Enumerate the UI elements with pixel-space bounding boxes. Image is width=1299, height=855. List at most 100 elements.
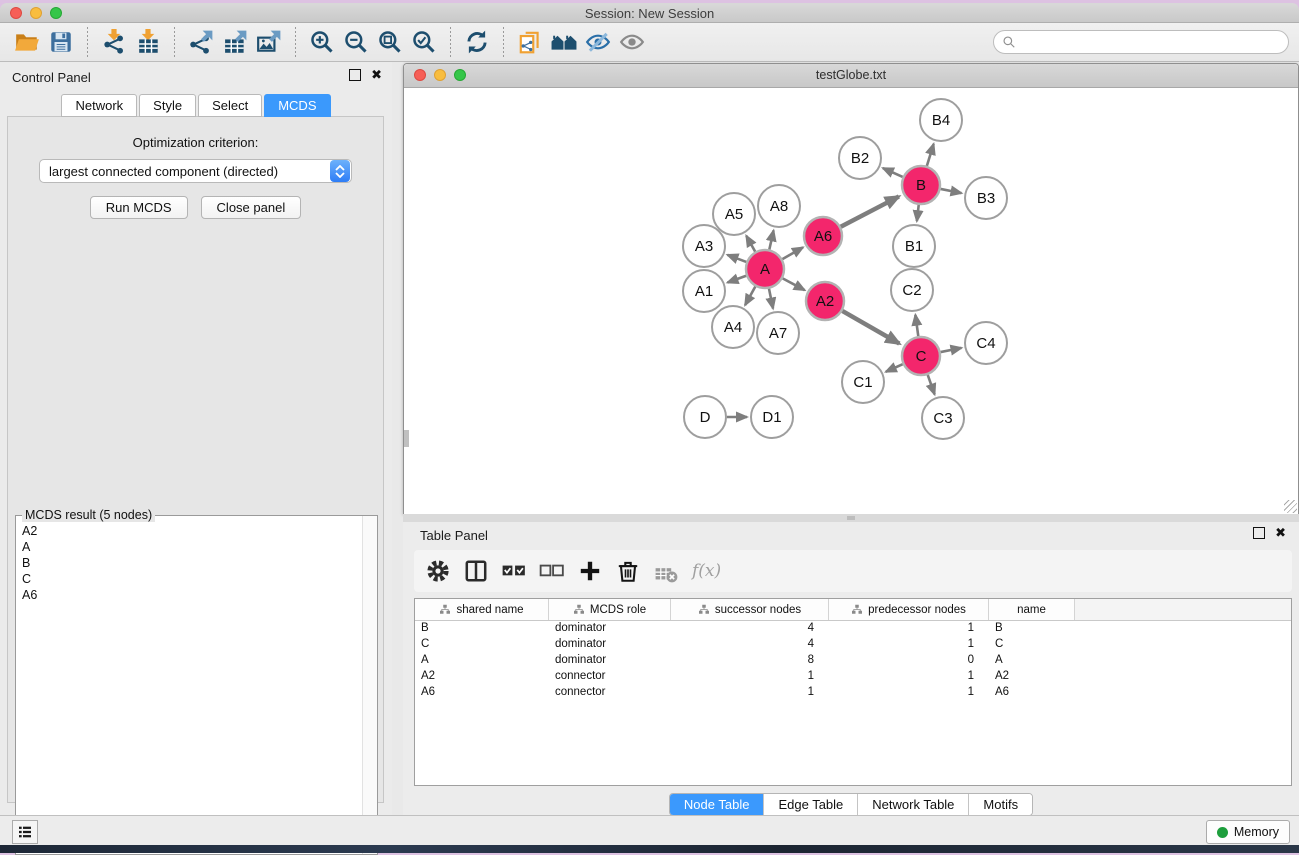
close-table-panel-icon[interactable]: ✖: [1275, 528, 1286, 538]
function-builder-button[interactable]: f(x): [692, 561, 721, 581]
search-box[interactable]: [993, 30, 1289, 54]
gear-button[interactable]: [426, 559, 450, 583]
network-snapshot-button[interactable]: [513, 25, 547, 59]
column-layout-button[interactable]: [464, 559, 488, 583]
edge-B-B3[interactable]: [941, 189, 962, 193]
column-header-MCDS-role[interactable]: MCDS role: [549, 599, 671, 620]
column-header-successor-nodes[interactable]: successor nodes: [671, 599, 829, 620]
edge-A-A5[interactable]: [746, 236, 755, 252]
zoom-selected-button[interactable]: [407, 25, 441, 59]
edge-A-A7[interactable]: [769, 289, 773, 309]
result-item[interactable]: A2: [22, 523, 357, 539]
table-cell[interactable]: B: [989, 621, 1075, 637]
result-scrollbar[interactable]: [362, 516, 377, 854]
table-cell[interactable]: 1: [829, 621, 989, 637]
network-window-titlebar[interactable]: testGlobe.txt: [404, 64, 1298, 88]
close-panel-icon[interactable]: ✖: [371, 70, 382, 80]
import-table-button[interactable]: [131, 25, 165, 59]
open-file-button[interactable]: [10, 25, 44, 59]
result-item[interactable]: C: [22, 571, 357, 587]
table-cell[interactable]: A6: [415, 685, 549, 701]
result-item[interactable]: B: [22, 555, 357, 571]
table-cell[interactable]: dominator: [549, 621, 671, 637]
edge-A-A6[interactable]: [782, 247, 803, 259]
table-row[interactable]: Cdominator41C: [415, 637, 1291, 653]
table-cell[interactable]: C: [989, 637, 1075, 653]
hide-selected-button[interactable]: [581, 25, 615, 59]
zoom-fit-button[interactable]: [373, 25, 407, 59]
edge-A-A1[interactable]: [728, 276, 747, 283]
table-cell[interactable]: A6: [989, 685, 1075, 701]
memory-button[interactable]: Memory: [1206, 820, 1290, 844]
table-cell[interactable]: connector: [549, 685, 671, 701]
table-row[interactable]: A6connector11A6: [415, 685, 1291, 701]
table-row[interactable]: Adominator80A: [415, 653, 1291, 669]
export-table-button[interactable]: [218, 25, 252, 59]
tab-network-table[interactable]: Network Table: [858, 794, 969, 815]
table-cell[interactable]: B: [415, 621, 549, 637]
show-all-button[interactable]: [615, 25, 649, 59]
result-item[interactable]: A6: [22, 587, 357, 603]
tab-network[interactable]: Network: [61, 94, 137, 117]
tab-edge-table[interactable]: Edge Table: [764, 794, 858, 815]
home-view-button[interactable]: [547, 25, 581, 59]
table-cell[interactable]: dominator: [549, 637, 671, 653]
export-network-button[interactable]: [184, 25, 218, 59]
edge-B-B1[interactable]: [917, 205, 919, 221]
delete-table-button[interactable]: [654, 559, 678, 583]
resize-grip-icon[interactable]: [1284, 500, 1297, 513]
column-header-predecessor-nodes[interactable]: predecessor nodes: [829, 599, 989, 620]
edge-A-A2[interactable]: [783, 278, 805, 290]
table-cell[interactable]: 1: [829, 685, 989, 701]
edge-A-A8[interactable]: [769, 230, 773, 249]
tab-style[interactable]: Style: [139, 94, 196, 117]
edge-C-C4[interactable]: [941, 348, 962, 352]
canvas-scroll-nub[interactable]: [404, 430, 409, 447]
save-session-button[interactable]: [44, 25, 78, 59]
table-row[interactable]: Bdominator41B: [415, 621, 1291, 637]
table-cell[interactable]: A: [415, 653, 549, 669]
column-header-name[interactable]: name: [989, 599, 1075, 620]
edge-A-A3[interactable]: [727, 255, 746, 262]
add-column-button[interactable]: [578, 559, 602, 583]
select-all-rows-button[interactable]: [502, 559, 526, 583]
table-cell[interactable]: connector: [549, 669, 671, 685]
deselect-all-rows-button[interactable]: [540, 559, 564, 583]
table-cell[interactable]: A: [989, 653, 1075, 669]
edge-B-B2[interactable]: [883, 168, 903, 177]
export-image-button[interactable]: [252, 25, 286, 59]
result-item[interactable]: A: [22, 539, 357, 555]
float-panel-icon[interactable]: [349, 69, 361, 81]
tab-select[interactable]: Select: [198, 94, 262, 117]
split-divider[interactable]: [403, 514, 1299, 522]
task-history-button[interactable]: [12, 820, 38, 844]
table-cell[interactable]: 1: [829, 637, 989, 653]
edge-A-A4[interactable]: [745, 287, 755, 306]
table-cell[interactable]: dominator: [549, 653, 671, 669]
refresh-button[interactable]: [460, 25, 494, 59]
table-cell[interactable]: A2: [415, 669, 549, 685]
edge-C-C1[interactable]: [886, 364, 903, 372]
zoom-out-button[interactable]: [339, 25, 373, 59]
tab-mcds[interactable]: MCDS: [264, 94, 330, 117]
edge-B-B4[interactable]: [927, 144, 934, 166]
table-cell[interactable]: 1: [671, 685, 829, 701]
run-mcds-button[interactable]: Run MCDS: [90, 196, 188, 219]
close-panel-button[interactable]: Close panel: [201, 196, 302, 219]
float-table-panel-icon[interactable]: [1253, 527, 1265, 539]
table-cell[interactable]: 1: [671, 669, 829, 685]
column-header-shared-name[interactable]: shared name: [415, 599, 549, 620]
table-cell[interactable]: C: [415, 637, 549, 653]
tab-node-table[interactable]: Node Table: [670, 794, 765, 815]
table-cell[interactable]: 0: [829, 653, 989, 669]
table-cell[interactable]: 8: [671, 653, 829, 669]
table-cell[interactable]: 4: [671, 621, 829, 637]
edge-C-C2[interactable]: [915, 315, 918, 336]
table-cell[interactable]: 1: [829, 669, 989, 685]
import-network-button[interactable]: [97, 25, 131, 59]
edge-C-C3[interactable]: [928, 375, 935, 395]
edge-A6-B[interactable]: [841, 197, 899, 227]
table-cell[interactable]: A2: [989, 669, 1075, 685]
edge-A2-C[interactable]: [842, 311, 899, 344]
table-cell[interactable]: 4: [671, 637, 829, 653]
